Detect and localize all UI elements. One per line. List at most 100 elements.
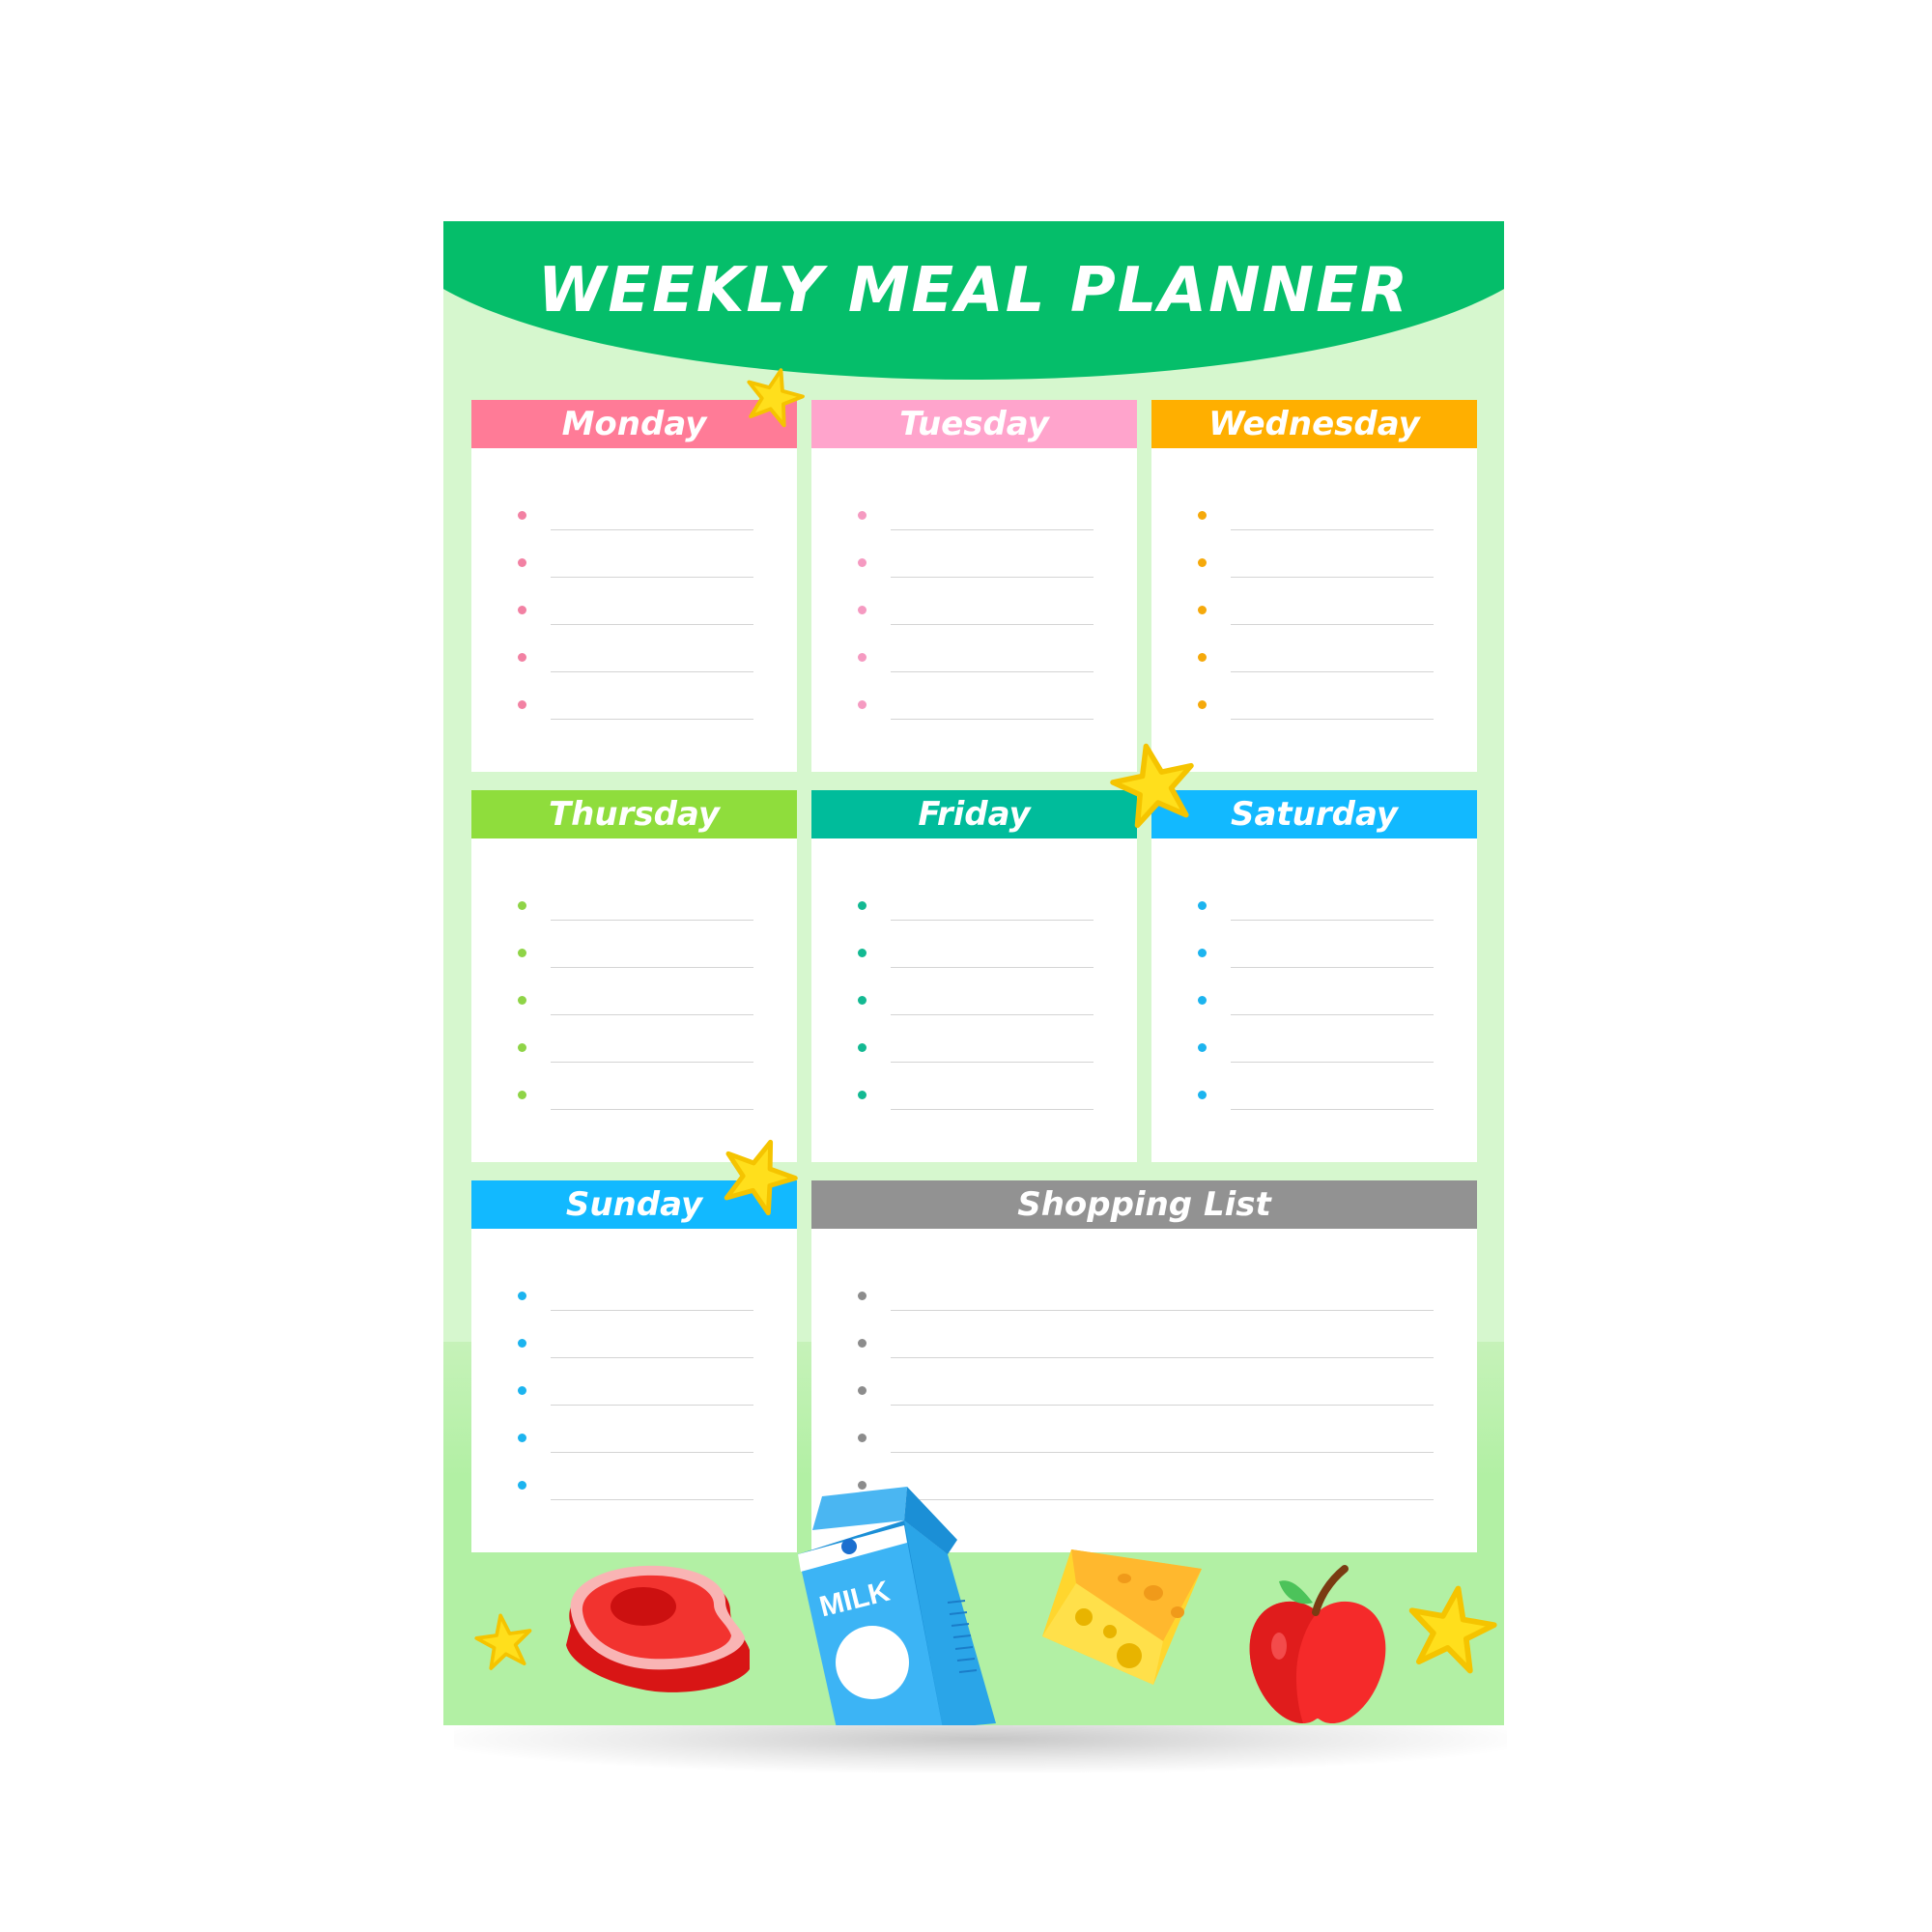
entry-line[interactable] <box>471 1043 797 1063</box>
steak-icon <box>566 1565 750 1692</box>
star-icon <box>1110 743 1194 829</box>
bullet-dot <box>858 949 867 957</box>
bullet-dot <box>518 1043 526 1052</box>
entry-line[interactable] <box>471 901 797 921</box>
bullet-dot <box>858 996 867 1005</box>
entry-line[interactable] <box>1151 996 1477 1015</box>
line-rule <box>551 1357 753 1358</box>
entry-line[interactable] <box>1151 606 1477 625</box>
meal-planner-sheet: WEEKLY MEAL PLANNER Monday Tuesday Wedne… <box>443 221 1504 1725</box>
entry-line[interactable] <box>471 1434 797 1453</box>
entry-line[interactable] <box>471 700 797 720</box>
line-rule <box>1231 529 1434 530</box>
entry-line[interactable] <box>811 1292 1477 1311</box>
line-rule <box>551 1499 753 1500</box>
line-rule <box>891 719 1094 720</box>
bullet-dot <box>1198 1043 1207 1052</box>
line-rule <box>1231 920 1434 921</box>
entry-line[interactable] <box>1151 653 1477 672</box>
day-card-saturday: Saturday <box>1151 790 1477 1162</box>
bullet-dot <box>1198 511 1207 520</box>
day-title-tuesday: Tuesday <box>811 400 1137 448</box>
entry-line[interactable] <box>811 558 1137 578</box>
line-rule <box>551 671 753 672</box>
line-rule <box>551 1405 753 1406</box>
entry-line[interactable] <box>1151 1043 1477 1063</box>
bullet-dot <box>858 901 867 910</box>
line-rule <box>551 1014 753 1015</box>
entry-line[interactable] <box>811 1339 1477 1358</box>
line-rule <box>551 624 753 625</box>
day-card-tuesday: Tuesday <box>811 400 1137 772</box>
line-rule <box>891 1452 1434 1453</box>
entry-line[interactable] <box>471 996 797 1015</box>
line-rule <box>891 1405 1434 1406</box>
entry-line[interactable] <box>471 1091 797 1110</box>
bullet-dot <box>858 1386 867 1395</box>
apple-icon <box>1249 1565 1386 1723</box>
day-card-monday: Monday <box>471 400 797 772</box>
bullet-dot <box>1198 1091 1207 1099</box>
bullet-dot <box>858 653 867 662</box>
entry-line[interactable] <box>811 1043 1137 1063</box>
bullet-dot <box>858 1434 867 1442</box>
entry-line[interactable] <box>471 1481 797 1500</box>
bullet-dot <box>518 1091 526 1099</box>
entry-line[interactable] <box>471 1292 797 1311</box>
bullet-dot <box>858 1292 867 1300</box>
line-rule <box>1231 1062 1434 1063</box>
entry-line[interactable] <box>811 653 1137 672</box>
entry-line[interactable] <box>811 1091 1137 1110</box>
line-rule <box>1231 1014 1434 1015</box>
line-rule <box>891 1357 1434 1358</box>
entry-line[interactable] <box>811 996 1137 1015</box>
entry-line[interactable] <box>811 1434 1477 1453</box>
entry-line[interactable] <box>1151 949 1477 968</box>
bullet-dot <box>858 1339 867 1348</box>
entry-line[interactable] <box>1151 901 1477 921</box>
entry-line[interactable] <box>811 606 1137 625</box>
line-rule <box>551 577 753 578</box>
line-rule <box>891 1310 1434 1311</box>
bullet-dot <box>1198 996 1207 1005</box>
bullet-dot <box>518 949 526 957</box>
day-card-wednesday: Wednesday <box>1151 400 1477 772</box>
entry-line[interactable] <box>471 511 797 530</box>
entry-line[interactable] <box>471 606 797 625</box>
line-rule <box>891 671 1094 672</box>
entry-line[interactable] <box>471 949 797 968</box>
entry-line[interactable] <box>811 511 1137 530</box>
line-rule <box>891 920 1094 921</box>
star-icon <box>1408 1585 1497 1674</box>
page-title: WEEKLY MEAL PLANNER <box>537 255 1410 327</box>
bullet-dot <box>1198 901 1207 910</box>
day-card-sunday: Sunday <box>471 1180 797 1552</box>
entry-line[interactable] <box>1151 558 1477 578</box>
bullet-dot <box>518 901 526 910</box>
bullet-dot <box>518 996 526 1005</box>
line-rule <box>551 529 753 530</box>
bullet-dot <box>1198 949 1207 957</box>
bullet-dot <box>858 1091 867 1099</box>
entry-line[interactable] <box>811 1386 1477 1406</box>
entry-line[interactable] <box>471 653 797 672</box>
entry-line[interactable] <box>1151 1091 1477 1110</box>
entry-line[interactable] <box>811 949 1137 968</box>
line-rule <box>551 1452 753 1453</box>
entry-line[interactable] <box>811 700 1137 720</box>
entry-line[interactable] <box>471 1339 797 1358</box>
bullet-dot <box>518 1434 526 1442</box>
shopping-list-title: Shopping List <box>811 1180 1477 1229</box>
entry-line[interactable] <box>1151 511 1477 530</box>
entry-line[interactable] <box>471 558 797 578</box>
entry-line[interactable] <box>471 1386 797 1406</box>
bullet-dot <box>518 700 526 709</box>
bullet-dot <box>1198 606 1207 614</box>
line-rule <box>1231 577 1434 578</box>
bullet-dot <box>518 558 526 567</box>
line-rule <box>1231 1109 1434 1110</box>
line-rule <box>551 967 753 968</box>
entry-line[interactable] <box>1151 700 1477 720</box>
entry-line[interactable] <box>811 901 1137 921</box>
bullet-dot <box>518 1339 526 1348</box>
